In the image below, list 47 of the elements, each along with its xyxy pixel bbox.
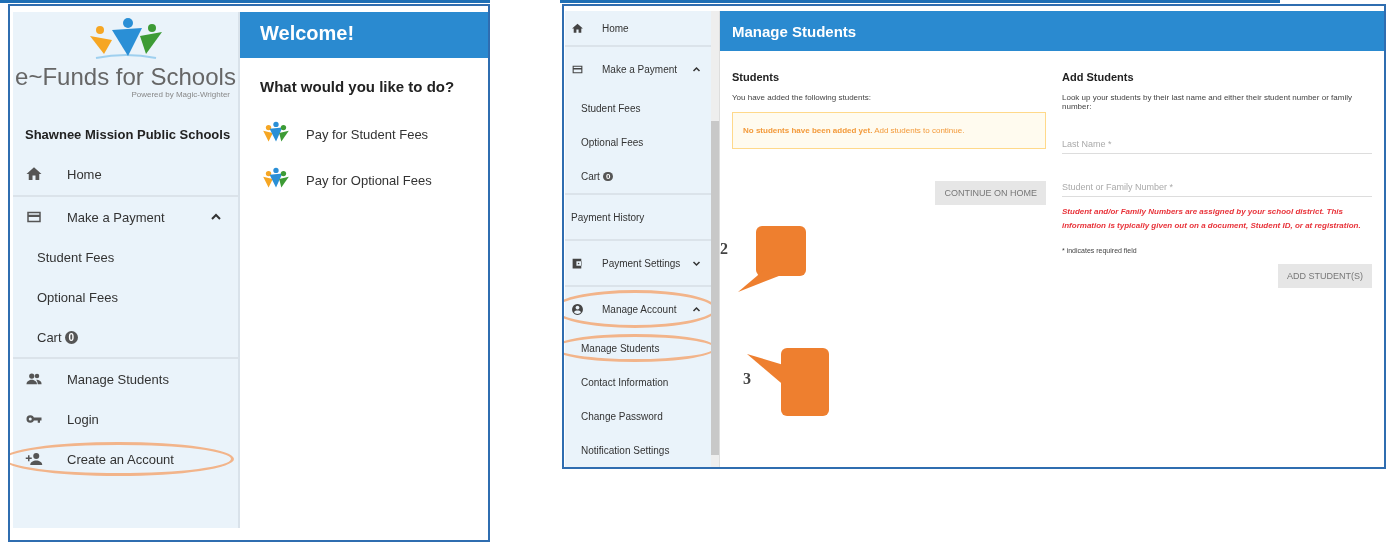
section-heading: What would you like to do? — [260, 78, 456, 95]
input-field[interactable]: Last Name * — [1062, 135, 1372, 154]
nav-item[interactable]: Cart 0 — [13, 317, 238, 357]
section-intro: Look up your students by their last name and either their student number or family number: — [1062, 93, 1353, 111]
add-person-icon — [25, 450, 43, 468]
nav-item[interactable]: Optional Fees — [13, 277, 238, 317]
chevron-up-icon[interactable] — [692, 64, 701, 74]
scrollbar[interactable] — [711, 11, 719, 467]
count-badge: 0 — [64, 330, 79, 344]
section-title: Students — [732, 71, 781, 83]
action-link[interactable]: Pay for Student Fees — [260, 111, 468, 157]
nav-item[interactable]: Login — [13, 399, 238, 439]
section-intro: You have added the following students: — [732, 93, 872, 102]
step-number: 3 — [743, 370, 751, 388]
nav-item[interactable]: Cart 0 — [565, 159, 711, 193]
nav-item[interactable]: Student Fees — [565, 91, 711, 125]
nav-item[interactable]: Payment History — [565, 195, 711, 239]
home-icon — [571, 21, 584, 35]
chevron-up-icon[interactable] — [692, 304, 701, 314]
logo-text: e~Funds for Schools — [15, 64, 236, 90]
input-field[interactable]: Student or Family Number * — [1062, 178, 1372, 197]
nav-item[interactable]: Student Fees — [13, 237, 238, 277]
district-name: Shawnee Mission Public Schools — [24, 126, 232, 144]
nav-item[interactable]: Payment Settings — [565, 241, 711, 285]
nav-item[interactable]: Home — [565, 11, 711, 45]
logo-tagline: Powered by Magic-Wrighter — [131, 90, 230, 99]
nav-item[interactable]: Make a Payment — [13, 197, 238, 237]
page-header: Welcome! — [240, 12, 488, 58]
count-badge: 0 — [602, 171, 614, 181]
nav-item[interactable]: Optional Fees — [565, 125, 711, 159]
help-text: Student and/or Family Numbers are assigned by your school district. This information is typically given out on a document, Student ID, or at registration. — [1062, 206, 1362, 232]
notice-message: No students have been added yet. Add students to continue. — [732, 112, 1046, 149]
wallet-icon — [571, 256, 584, 270]
scrollbar-thumb[interactable] — [711, 121, 719, 455]
nav-item[interactable]: Contact Information — [565, 365, 711, 399]
nav-item[interactable]: Change Password — [565, 399, 711, 433]
nav-item[interactable]: Make a Payment — [565, 47, 711, 91]
home-icon — [25, 165, 43, 183]
nav-item[interactable]: Create an Account — [13, 439, 238, 479]
section-title: Add Students — [1062, 71, 1135, 83]
nav-item[interactable]: Notification Settings — [565, 433, 711, 467]
page-header: Manage Students — [720, 11, 1384, 51]
action-link[interactable]: Pay for Optional Fees — [260, 157, 468, 203]
step-number: 2 — [720, 240, 728, 258]
account-icon — [571, 302, 584, 316]
nav-item[interactable]: Home — [13, 153, 238, 195]
nav-item[interactable]: Manage Students — [13, 359, 238, 399]
